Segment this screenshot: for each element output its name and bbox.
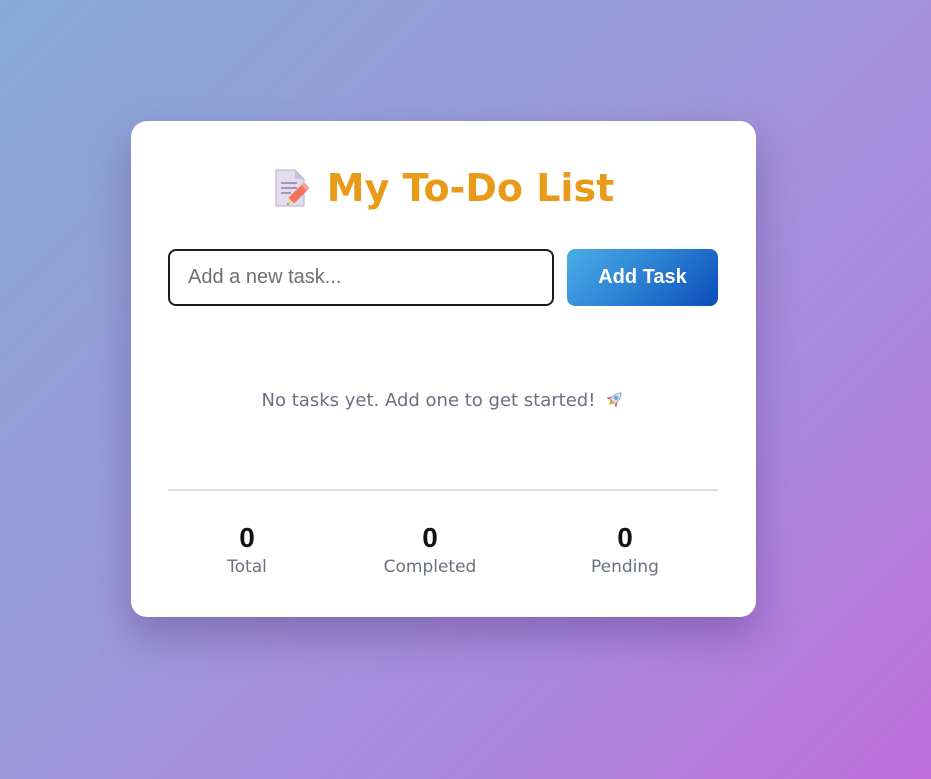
empty-state: No tasks yet. Add one to get started! (131, 389, 756, 411)
title-text: My To-Do List (326, 166, 615, 210)
stat-completed: 0 Completed (350, 521, 510, 577)
add-task-row: Add Task (168, 249, 718, 306)
stat-pending-value: 0 (617, 522, 633, 553)
stat-completed-label: Completed (383, 557, 477, 577)
add-task-button[interactable]: Add Task (567, 249, 718, 306)
stat-pending-label: Pending (591, 557, 659, 577)
memo-pencil-icon (273, 167, 310, 209)
stat-total-value: 0 (239, 522, 255, 553)
todo-card: My To-Do List Add Task No tasks yet. Add… (131, 121, 756, 617)
empty-state-message: No tasks yet. Add one to get started! (261, 389, 596, 411)
stat-total-label: Total (227, 557, 267, 577)
stat-completed-value: 0 (422, 522, 438, 553)
page-title: My To-Do List (131, 165, 756, 211)
rocket-icon (603, 389, 625, 411)
stat-total: 0 Total (167, 521, 327, 577)
divider (168, 489, 718, 491)
task-input[interactable] (168, 249, 554, 306)
stat-pending: 0 Pending (545, 521, 705, 577)
